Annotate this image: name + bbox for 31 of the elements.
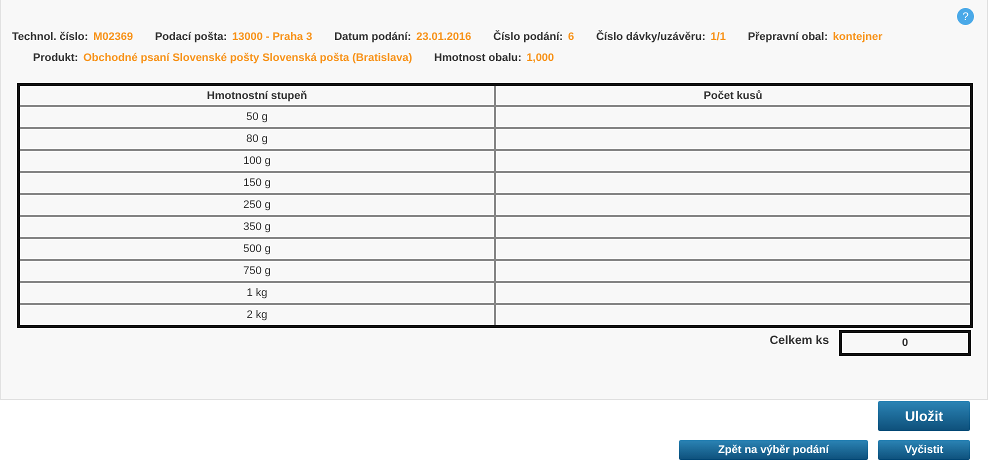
table-cell: 50 g xyxy=(18,106,495,128)
field-value: M02369 xyxy=(93,30,133,42)
field-value: kontejner xyxy=(832,30,882,42)
table-cell: 150 g xyxy=(18,172,495,194)
field-label: Produkt: xyxy=(33,52,78,64)
field-label: Technol. číslo: xyxy=(12,30,88,42)
field-label: Podací pošta: xyxy=(154,30,228,42)
save-button[interactable]: Uložit xyxy=(878,401,970,431)
field-label: Datum podání: xyxy=(334,30,412,42)
field-label: Hmotnost obalu: xyxy=(434,52,522,64)
table-cell: 750 g xyxy=(18,260,495,282)
field-value: 23.01.2016 xyxy=(416,30,472,42)
field-value: 13000 - Praha 3 xyxy=(232,30,312,42)
table-cell: 100 g xyxy=(18,150,495,172)
field-label: Číslo dávky/uzávěru: xyxy=(596,30,706,42)
field-value: 1,000 xyxy=(526,52,554,64)
table-cell: 500 g xyxy=(18,238,495,260)
action-button[interactable]: Vyčistit xyxy=(878,440,970,460)
table-cell: 1 kg xyxy=(18,282,495,304)
action-button[interactable]: Zpět na výběr podání xyxy=(679,440,868,460)
field-value: 6 xyxy=(568,30,574,42)
field-label: Číslo podání: xyxy=(493,30,563,42)
field-label: Přepravní obal: xyxy=(748,30,828,42)
total-label: Celkem ks xyxy=(770,333,829,347)
field-value: 1/1 xyxy=(710,30,726,42)
table-cell: 80 g xyxy=(18,128,495,150)
table-cell: 350 g xyxy=(18,216,495,238)
column-header: Hmotnostní stupeň xyxy=(18,84,495,106)
field-value: Obchodné psaní Slovenské pošty Slovenská pošta (Bratislava) xyxy=(83,52,412,64)
total-field: 0 xyxy=(839,330,971,356)
table-cell: 250 g xyxy=(18,194,495,216)
